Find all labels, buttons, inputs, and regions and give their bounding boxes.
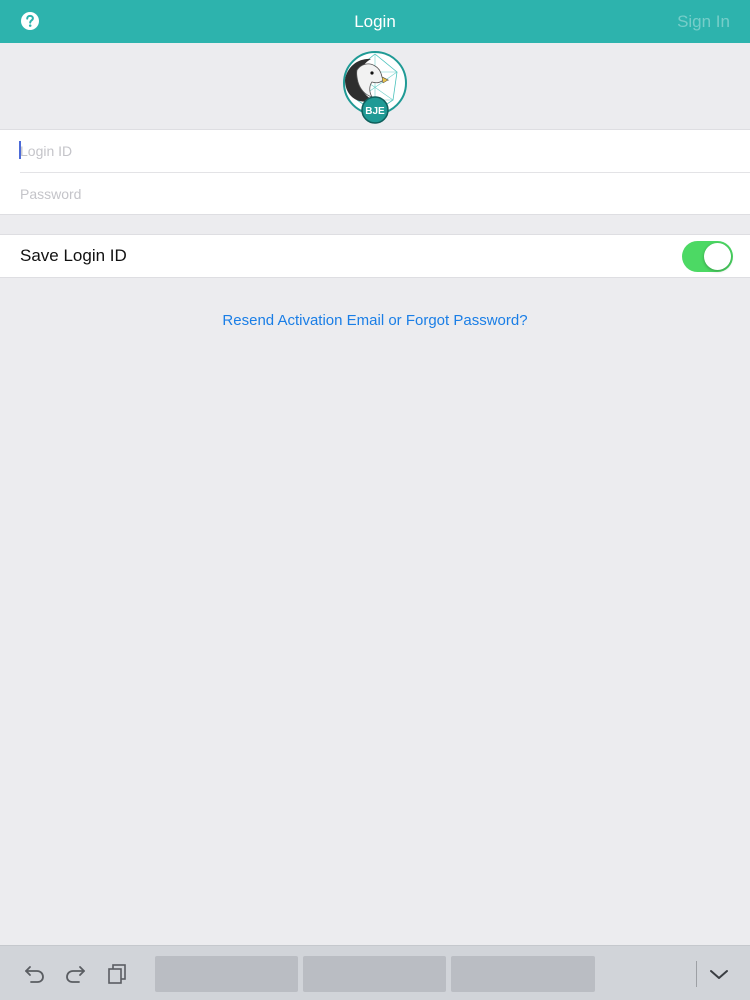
page-title: Login (354, 12, 396, 31)
text-cursor (19, 141, 21, 159)
forgot-password-link[interactable]: Resend Activation Email or Forgot Passwo… (0, 312, 750, 329)
login-form (0, 129, 750, 215)
chevron-down-icon (710, 970, 728, 979)
password-input[interactable] (20, 173, 720, 215)
save-login-switch[interactable] (682, 241, 733, 272)
paste-icon (108, 964, 126, 984)
toolbar-divider (696, 961, 697, 987)
undo-icon (25, 966, 44, 983)
undo-button[interactable] (22, 962, 46, 986)
sign-in-button[interactable]: Sign In (677, 0, 730, 43)
login-id-input[interactable] (20, 130, 720, 172)
save-login-label: Save Login ID (20, 246, 127, 265)
switch-knob (704, 243, 731, 270)
redo-icon (66, 966, 85, 983)
redo-button[interactable] (64, 962, 88, 986)
password-row (20, 172, 750, 215)
suggestion-slot-2[interactable] (303, 956, 446, 992)
keyboard-shortcut-bar (0, 945, 750, 1000)
dismiss-keyboard-button[interactable] (707, 962, 731, 986)
navigation-bar: Login Sign In (0, 0, 750, 43)
app-logo: BJE (339, 50, 411, 126)
suggestion-slot-3[interactable] (451, 956, 595, 992)
suggestion-slot-1[interactable] (155, 956, 298, 992)
paste-button[interactable] (105, 962, 129, 986)
login-id-row (0, 130, 750, 172)
logo-badge-text: BJE (365, 106, 385, 117)
save-login-row: Save Login ID (0, 234, 750, 278)
